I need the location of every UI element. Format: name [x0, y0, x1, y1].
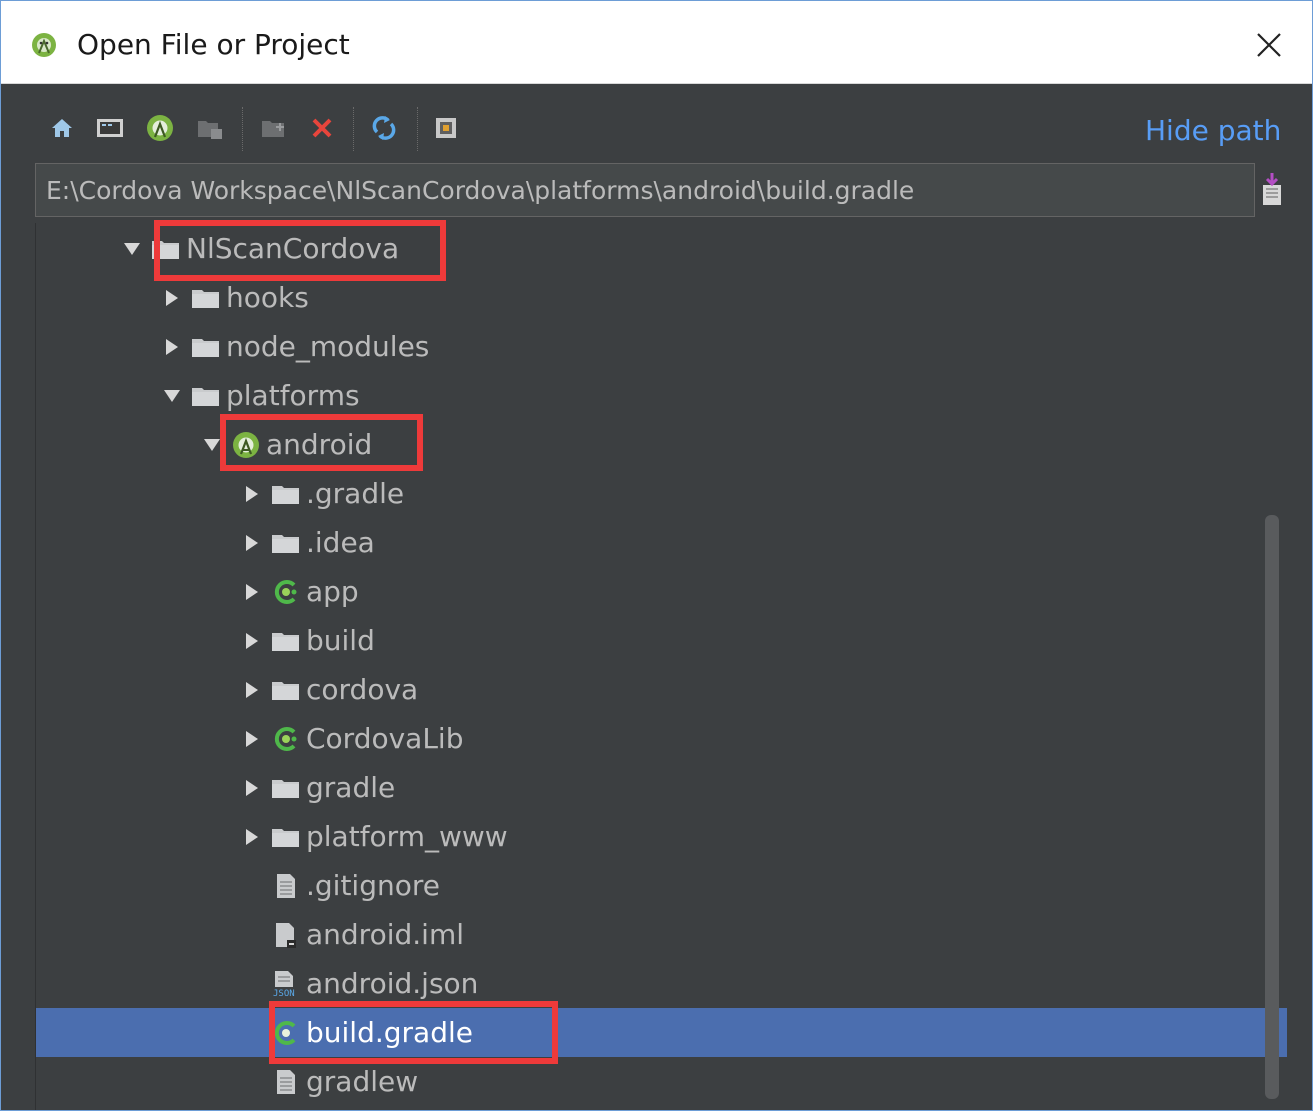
module-icon	[198, 121, 222, 139]
new-folder-button[interactable]	[259, 113, 289, 143]
tree-row[interactable]: JSON android.json	[36, 959, 1287, 1008]
home-button[interactable]	[47, 113, 77, 143]
collapsed-arrow-icon[interactable]	[240, 763, 264, 812]
hide-path-link[interactable]: Hide path	[1145, 111, 1281, 151]
collapsed-arrow-icon[interactable]	[240, 665, 264, 714]
collapsed-arrow-icon[interactable]	[240, 469, 264, 518]
tree-row[interactable]: .gradle	[36, 469, 1287, 518]
tree-row[interactable]: build.gradle	[36, 1008, 1287, 1057]
file-tree[interactable]: NlScanCordova hooks node_modules platforms a…	[35, 223, 1287, 1110]
gradle-module-icon	[270, 567, 302, 616]
refresh-button[interactable]	[369, 113, 399, 143]
tree-row[interactable]: app	[36, 567, 1287, 616]
tree-item-label: platform_www	[306, 820, 508, 853]
expanded-arrow-icon[interactable]	[120, 224, 144, 273]
tree-row[interactable]: .idea	[36, 518, 1287, 567]
tree-row[interactable]: platform_www	[36, 812, 1287, 861]
tree-row[interactable]: node_modules	[36, 322, 1287, 371]
folder-icon	[270, 763, 302, 812]
show-hidden-button[interactable]	[431, 113, 461, 143]
tree-item-label: platforms	[226, 379, 360, 412]
collapsed-arrow-icon[interactable]	[240, 518, 264, 567]
tree-row[interactable]: cordova	[36, 665, 1287, 714]
tree-row[interactable]: .gitignore	[36, 861, 1287, 910]
path-history-button[interactable]	[1259, 171, 1285, 207]
close-button[interactable]	[1247, 23, 1291, 67]
dialog-title: Open File or Project	[77, 28, 350, 61]
desktop-button[interactable]	[95, 113, 125, 143]
tree-item-label: build	[306, 624, 375, 657]
iml-file-icon	[270, 910, 302, 959]
tree-scrollbar-thumb[interactable]	[1265, 515, 1279, 1099]
delete-icon	[312, 118, 332, 138]
gradle-module-icon	[270, 714, 302, 763]
refresh-icon	[372, 116, 396, 140]
tree-row[interactable]: platforms	[36, 371, 1287, 420]
tree-row[interactable]: CordovaLib	[36, 714, 1287, 763]
path-field-container	[35, 163, 1255, 217]
tree-item-label: node_modules	[226, 330, 430, 363]
download-icon	[1263, 173, 1281, 205]
close-icon	[1257, 33, 1281, 57]
android-studio-icon	[31, 32, 57, 58]
collapsed-arrow-icon[interactable]	[160, 322, 184, 371]
text-file-icon	[270, 1057, 302, 1106]
home-icon	[52, 119, 72, 137]
highlight-box-nlscancordova	[154, 220, 446, 281]
tree-item-label: gradlew	[306, 1065, 419, 1098]
new-folder-icon	[262, 121, 284, 137]
highlight-box-android	[220, 414, 423, 471]
tree-item-label: android.iml	[306, 918, 464, 951]
folder-icon	[190, 322, 222, 371]
module-button[interactable]	[195, 113, 225, 143]
tree-item-label: gradle	[306, 771, 396, 804]
toolbar-separator	[242, 107, 243, 151]
collapsed-arrow-icon[interactable]	[240, 812, 264, 861]
text-file-icon	[270, 861, 302, 910]
folder-icon	[270, 665, 302, 714]
toolbar-separator	[417, 107, 418, 151]
tree-item-label: app	[306, 575, 359, 608]
desktop-icon	[97, 119, 123, 137]
tree-item-label: .idea	[306, 526, 375, 559]
collapsed-arrow-icon[interactable]	[240, 616, 264, 665]
open-file-dialog: Open File or Project Hide path E:\Cordov…	[0, 0, 1313, 1111]
folder-icon	[270, 812, 302, 861]
show-hidden-icon	[436, 118, 456, 138]
project-button[interactable]	[145, 113, 175, 143]
toolbar-separator	[353, 107, 354, 151]
tree-row[interactable]: build	[36, 616, 1287, 665]
project-icon	[147, 115, 173, 141]
tree-item-label: CordovaLib	[306, 722, 464, 755]
tree-row[interactable]: gradlew	[36, 1057, 1287, 1106]
folder-icon	[190, 371, 222, 420]
folder-icon	[270, 469, 302, 518]
collapsed-arrow-icon[interactable]	[240, 714, 264, 763]
highlight-box-build-gradle	[269, 1001, 558, 1064]
delete-button[interactable]	[307, 113, 337, 143]
folder-icon	[270, 518, 302, 567]
title-bar: Open File or Project	[1, 1, 1312, 84]
path-input[interactable]	[36, 164, 1254, 216]
expanded-arrow-icon[interactable]	[160, 371, 184, 420]
tree-row[interactable]: android.iml	[36, 910, 1287, 959]
svg-text:JSON: JSON	[273, 989, 295, 999]
tree-row[interactable]: gradle	[36, 763, 1287, 812]
collapsed-arrow-icon[interactable]	[240, 567, 264, 616]
tree-item-label: .gradle	[306, 477, 405, 510]
folder-icon	[270, 616, 302, 665]
tree-item-label: cordova	[306, 673, 419, 706]
tree-item-label: .gitignore	[306, 869, 440, 902]
